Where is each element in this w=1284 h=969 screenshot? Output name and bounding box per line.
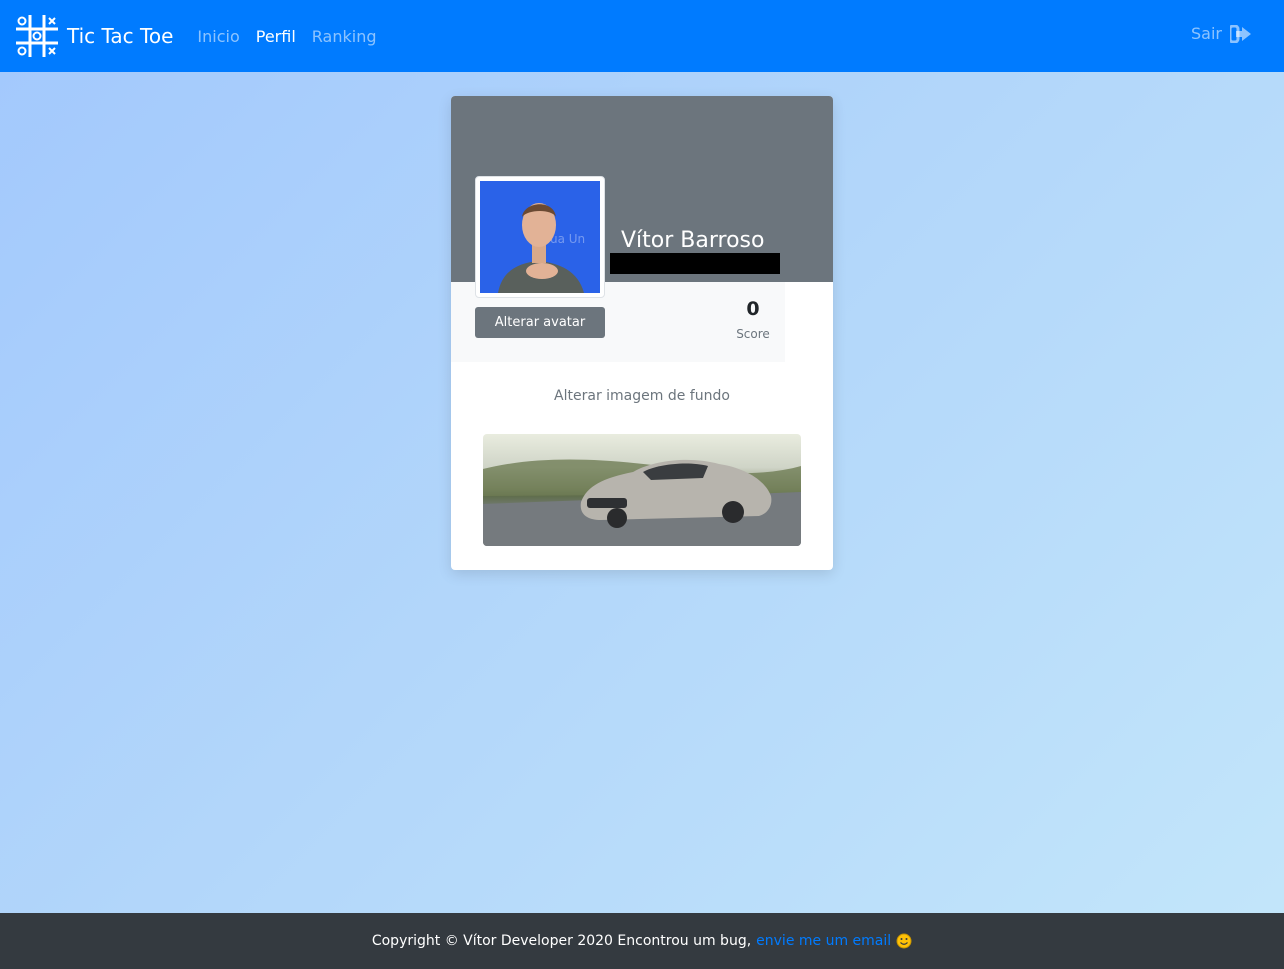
change-background-label: Alterar imagem de fundo [554,388,730,404]
change-avatar-button[interactable]: Alterar avatar [475,307,605,338]
smiley-face-icon [896,933,912,949]
score-value: 0 [746,298,760,320]
avatar-photo: ua Un [480,181,600,293]
background-image-option[interactable] [483,434,801,546]
nav-links: Inicio Perfil Ranking [189,27,384,46]
logout-button[interactable]: Sair [1191,24,1252,43]
avatar: ua Un [475,176,605,298]
nav-link-perfil[interactable]: Perfil [248,27,304,46]
brand-title: Tic Tac Toe [67,24,174,48]
footer-email-link[interactable]: envie me um email [756,933,891,949]
profile-card: ua Un Vítor Barroso Alterar avatar 0 Sco… [451,96,833,570]
avatar-image: ua Un [480,181,600,293]
navbar: Tic Tac Toe Inicio Perfil Ranking Sair [0,0,1284,72]
nav-link-inicio[interactable]: Inicio [189,27,247,46]
svg-text:ua Un: ua Un [550,232,585,246]
nav-link-ranking[interactable]: Ranking [304,27,385,46]
car-image [483,459,801,546]
user-name: Vítor Barroso [621,228,765,253]
footer-copyright: Copyright © Vítor Developer 2020 Encontr… [371,933,752,949]
sign-out-icon [1230,24,1251,43]
redacted-block [610,253,780,274]
brand[interactable]: Tic Tac Toe [16,15,173,57]
logout-label: Sair [1191,24,1222,43]
footer: Copyright © Vítor Developer 2020 Encontr… [0,913,1284,969]
tic-tac-toe-grid-icon [16,15,58,57]
score-label: Score [736,327,770,341]
